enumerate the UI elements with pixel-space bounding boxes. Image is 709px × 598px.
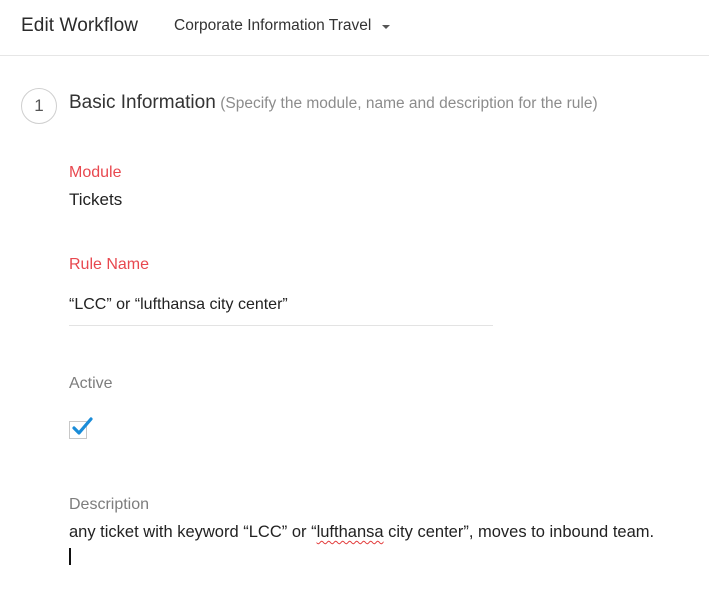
description-text-end: city center”, moves to inbound team. <box>383 523 655 541</box>
spellcheck-flagged-word: lufthansa <box>316 523 384 541</box>
rule-name-label: Rule Name <box>69 256 150 273</box>
caret-down-icon <box>382 24 391 29</box>
header-bar: Edit Workflow Corporate Information Trav… <box>0 0 709 56</box>
active-label: Active <box>69 375 113 392</box>
section-hint: (Specify the module, name and descriptio… <box>220 95 598 112</box>
module-value: Tickets <box>69 190 123 209</box>
description-textarea[interactable]: any ticket with keyword “LCC” or “luftha… <box>69 523 699 542</box>
page-title: Edit Workflow <box>21 15 139 36</box>
text-cursor <box>69 548 71 565</box>
section-title: Basic Information <box>69 92 216 113</box>
module-label: Module <box>69 164 122 181</box>
description-label: Description <box>69 496 150 513</box>
rule-name-input[interactable] <box>69 285 493 326</box>
step-number-badge: 1 <box>21 88 57 124</box>
section-heading: Basic Information (Specify the module, n… <box>69 92 598 114</box>
workflow-dropdown-label: Corporate Information Travel <box>174 17 372 34</box>
active-checkbox[interactable] <box>69 417 93 439</box>
checkmark-icon <box>72 417 93 435</box>
description-text-start: any ticket with keyword “LCC” or “ <box>69 523 317 541</box>
workflow-dropdown[interactable]: Corporate Information Travel <box>174 17 391 35</box>
